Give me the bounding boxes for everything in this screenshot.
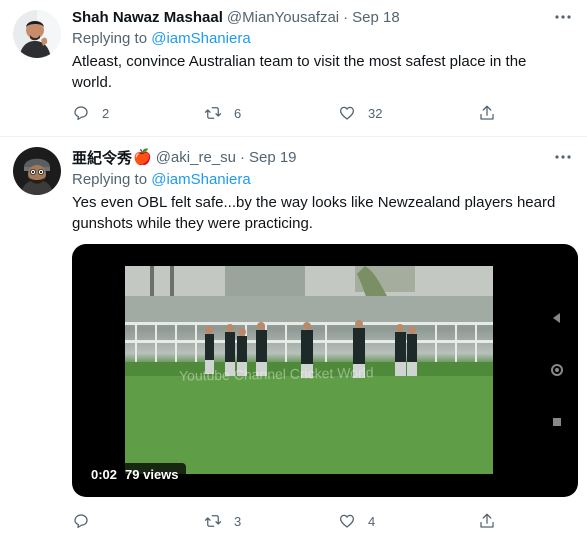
replying-to-label: Replying to <box>72 30 148 47</box>
avatar[interactable] <box>13 10 61 58</box>
replying-to: Replying to @iamShaniera <box>72 171 251 188</box>
like-icon <box>339 514 355 528</box>
more-icon[interactable] <box>553 7 573 27</box>
video-timestamp: 0:02 <box>91 466 118 482</box>
share-button[interactable] <box>478 102 496 124</box>
avatar[interactable] <box>13 147 61 195</box>
separator: · <box>343 8 349 26</box>
share-button[interactable] <box>478 510 496 532</box>
video-views: 79 views <box>125 466 179 482</box>
retweet-icon <box>204 515 222 527</box>
replying-to-link[interactable]: @iamShaniera <box>151 30 250 47</box>
reply-icon <box>74 514 88 529</box>
video-frame[interactable]: Youtube Channel Cricket World <box>125 266 493 474</box>
video-watermark: Youtube Channel Cricket World <box>178 364 374 384</box>
replying-to-label: Replying to <box>72 171 148 188</box>
tweet-date[interactable]: Sep 19 <box>249 149 297 166</box>
retweet-icon <box>204 107 222 119</box>
replying-to: Replying to @iamShaniera <box>72 30 251 47</box>
video-player[interactable]: Youtube Channel Cricket World 0:02 79 vi… <box>72 244 578 497</box>
retweet-button[interactable]: 6 <box>204 102 241 124</box>
tweet-actions: 3 4 <box>72 510 502 532</box>
share-icon <box>480 105 494 120</box>
tweet[interactable]: Shah Nawaz Mashaal @MianYousafzai · Sep … <box>0 0 587 136</box>
like-count: 4 <box>368 513 376 529</box>
share-icon <box>480 513 494 528</box>
tweet[interactable]: 亜紀令秀 🍎 @aki_re_su · Sep 19 Replying to @… <box>0 137 587 544</box>
tweet-text: Atleast, convince Australian team to vis… <box>72 53 527 91</box>
more-icon[interactable] <box>553 147 573 167</box>
tweet-date[interactable]: Sep 18 <box>352 9 400 26</box>
retweet-count: 6 <box>234 105 242 121</box>
display-name[interactable]: Shah Nawaz Mashaal <box>72 9 223 26</box>
recents-icon[interactable] <box>550 415 564 429</box>
home-icon[interactable] <box>550 363 564 377</box>
display-name[interactable]: 亜紀令秀 <box>72 147 132 168</box>
video-badge: 0:02 79 views <box>84 463 186 485</box>
like-button[interactable]: 4 <box>338 510 375 532</box>
like-icon <box>339 106 355 120</box>
reply-count: 2 <box>102 105 110 121</box>
reply-icon <box>74 106 88 121</box>
tweet-actions: 2 6 32 <box>72 102 502 124</box>
replying-to-link[interactable]: @iamShaniera <box>151 171 250 188</box>
like-count: 32 <box>368 105 383 121</box>
user-handle[interactable]: @MianYousafzai <box>227 9 339 26</box>
reply-button[interactable]: 2 <box>72 102 109 124</box>
separator: · <box>239 148 245 166</box>
retweet-count: 3 <box>234 513 242 529</box>
user-handle[interactable]: @aki_re_su <box>156 149 236 166</box>
back-icon[interactable] <box>550 311 564 325</box>
retweet-button[interactable]: 3 <box>204 510 241 532</box>
reply-button[interactable] <box>72 510 102 532</box>
like-button[interactable]: 32 <box>338 102 382 124</box>
tweet-header: Shah Nawaz Mashaal @MianYousafzai · Sep … <box>72 7 400 27</box>
tweet-header: 亜紀令秀 🍎 @aki_re_su · Sep 19 <box>72 147 297 167</box>
apple-icon: 🍎 <box>133 149 152 166</box>
tweet-text: Yes even OBL felt safe...by the way look… <box>72 194 556 232</box>
